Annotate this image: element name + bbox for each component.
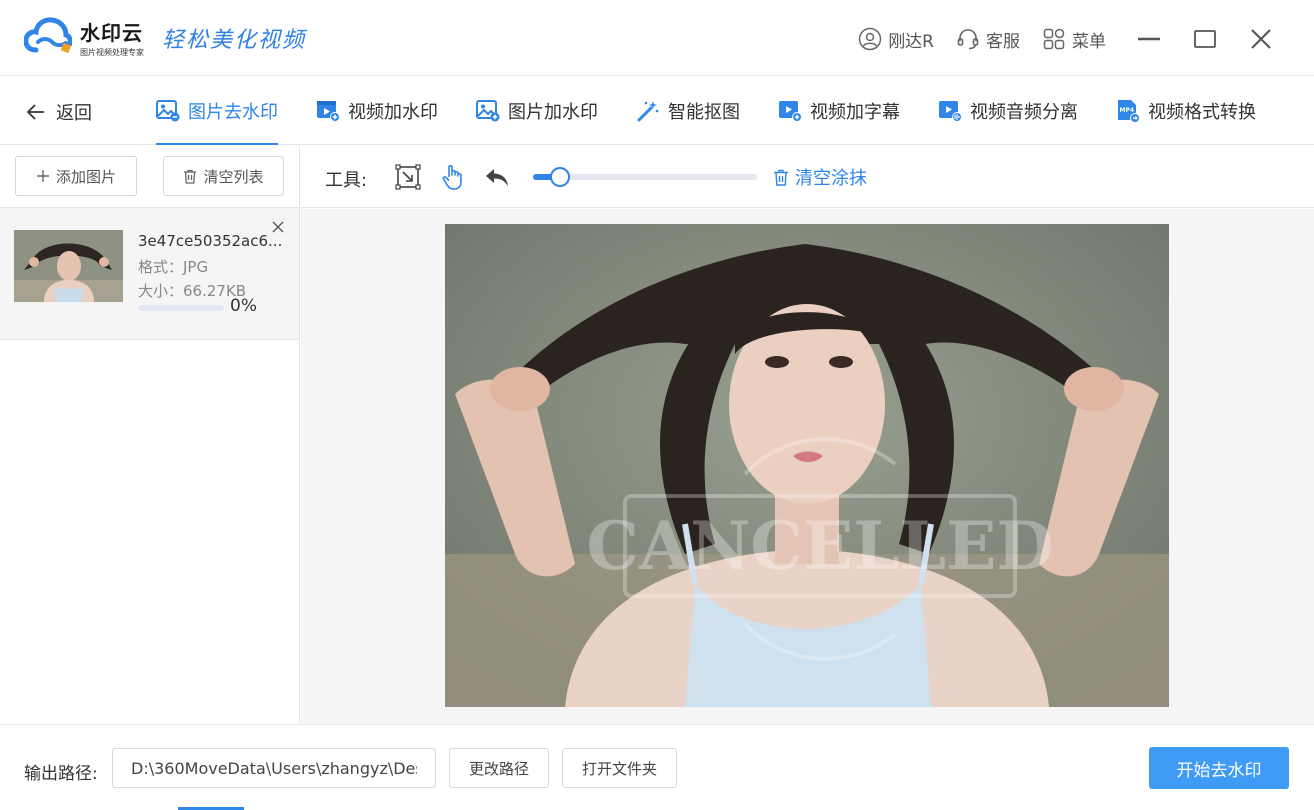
tab-image-add-watermark[interactable]: 图片加水印: [476, 77, 598, 145]
file-list-toolbar: 添加图片 清空列表: [0, 146, 299, 208]
remove-file-icon[interactable]: [271, 220, 285, 234]
tab-label: 视频加字幕: [810, 102, 900, 123]
tab-label: 视频格式转换: [1148, 102, 1256, 123]
tool-nav: 返回 图片去水印 视频加水印 图片加水印 智能抠图 视频加字幕 视频音频分离 M…: [0, 77, 1314, 145]
image-canvas[interactable]: CANCELLED: [301, 209, 1314, 724]
select-area-tool[interactable]: [393, 162, 423, 192]
tabs: 图片去水印 视频加水印 图片加水印 智能抠图 视频加字幕 视频音频分离 MP4 …: [156, 77, 1294, 145]
clear-mask-label: 清空涂抹: [795, 168, 867, 189]
brand-subtitle: 图片视频处理专家: [80, 48, 144, 57]
tab-label: 视频音频分离: [970, 102, 1078, 123]
header-actions: 刚达R 客服 菜单: [836, 24, 1274, 54]
preview-image[interactable]: CANCELLED: [445, 224, 1169, 707]
close-window-button[interactable]: [1248, 26, 1274, 52]
watermark-text: CANCELLED: [586, 507, 1053, 585]
tab-video-add-watermark[interactable]: 视频加水印: [316, 77, 438, 145]
maximize-button[interactable]: [1192, 26, 1218, 52]
selection-box-icon: [395, 164, 421, 190]
grid-menu-icon: [1043, 28, 1065, 50]
minimize-icon: [1138, 37, 1160, 41]
undo-button[interactable]: [482, 162, 512, 192]
minimize-button[interactable]: [1136, 26, 1162, 52]
menu-label: 菜单: [1072, 31, 1106, 52]
clear-list-label: 清空列表: [203, 168, 264, 186]
svg-text:MP4: MP4: [1120, 107, 1135, 114]
title-bar: 水印云 图片视频处理专家 轻松美化视频 刚达R 客服 菜单: [0, 0, 1314, 76]
brand-slogan: 轻松美化视频: [162, 28, 307, 53]
user-name: 刚达R: [888, 31, 934, 52]
video-subtitle-icon: [779, 101, 802, 122]
brand-name: 水印云: [80, 21, 143, 45]
close-icon: [1251, 29, 1271, 49]
user-account[interactable]: 刚达R: [858, 27, 934, 52]
file-list-item[interactable]: 3e47ce50352ac6... 格式：JPG 大小：66.27KB 0%: [0, 208, 299, 340]
brush-size-slider[interactable]: [533, 167, 757, 187]
add-image-button[interactable]: 添加图片: [15, 156, 137, 196]
user-icon: [858, 27, 882, 51]
brand: 水印云 图片视频处理专家: [80, 17, 144, 58]
file-thumbnail: [14, 230, 123, 302]
undo-icon: [486, 169, 508, 186]
back-label: 返回: [56, 103, 92, 124]
file-list-panel: 添加图片 清空列表 3e47ce50352ac6... 格式：JPG 大小：66…: [0, 146, 300, 724]
hand-icon: [442, 164, 462, 190]
headset-icon: [957, 29, 979, 50]
slider-handle[interactable]: [549, 167, 570, 187]
tab-image-remove-watermark[interactable]: 图片去水印: [156, 77, 278, 145]
file-progress-text: 0%: [230, 296, 257, 316]
tab-label: 视频加水印: [348, 102, 438, 123]
output-path-label: 输出路径:: [24, 764, 98, 784]
tools-label: 工具:: [325, 170, 368, 191]
mp4-convert-icon: MP4: [1118, 100, 1140, 123]
trash-icon: [184, 169, 197, 184]
clear-list-button[interactable]: 清空列表: [163, 156, 284, 196]
video-add-icon: [317, 101, 340, 122]
file-name: 3e47ce50352ac6...: [138, 232, 283, 250]
clear-mask-button[interactable]: 清空涂抹: [773, 164, 867, 190]
output-path-input[interactable]: [112, 748, 436, 788]
image-remove-icon: [156, 100, 180, 122]
image-add-icon: [476, 100, 500, 122]
plus-icon: [36, 170, 49, 182]
start-remove-watermark-button[interactable]: 开始去水印: [1149, 747, 1289, 789]
customer-service-button[interactable]: 客服: [956, 27, 1020, 52]
service-label: 客服: [986, 31, 1020, 52]
add-image-label: 添加图片: [55, 168, 116, 186]
tab-video-audio-split[interactable]: 视频音频分离: [938, 77, 1078, 145]
tab-video-add-subtitle[interactable]: 视频加字幕: [778, 77, 900, 145]
tab-label: 图片加水印: [508, 102, 598, 123]
tab-label: 智能抠图: [668, 102, 740, 123]
arrow-left-icon: [26, 104, 44, 120]
change-path-button[interactable]: 更改路径: [449, 748, 549, 788]
hand-pan-tool[interactable]: [438, 162, 468, 192]
cloud-logo-icon: [24, 17, 72, 54]
tab-video-format-convert[interactable]: MP4 视频格式转换: [1116, 77, 1256, 145]
tab-smart-cutout[interactable]: 智能抠图: [636, 77, 740, 145]
maximize-icon: [1194, 30, 1216, 48]
open-folder-button[interactable]: 打开文件夹: [562, 748, 677, 788]
menu-button[interactable]: 菜单: [1042, 27, 1106, 52]
file-format: 格式：JPG: [138, 258, 209, 276]
trash-icon: [774, 169, 788, 186]
output-bar: 输出路径: 更改路径 打开文件夹 开始去水印: [0, 724, 1314, 810]
back-button[interactable]: 返回: [26, 99, 92, 125]
magic-wand-icon: [637, 101, 659, 122]
video-audio-split-icon: [939, 101, 962, 122]
editor-toolbar: 工具: 清空涂抹: [301, 146, 1314, 208]
tab-label: 图片去水印: [188, 102, 278, 123]
file-progress-bar: [138, 305, 224, 311]
